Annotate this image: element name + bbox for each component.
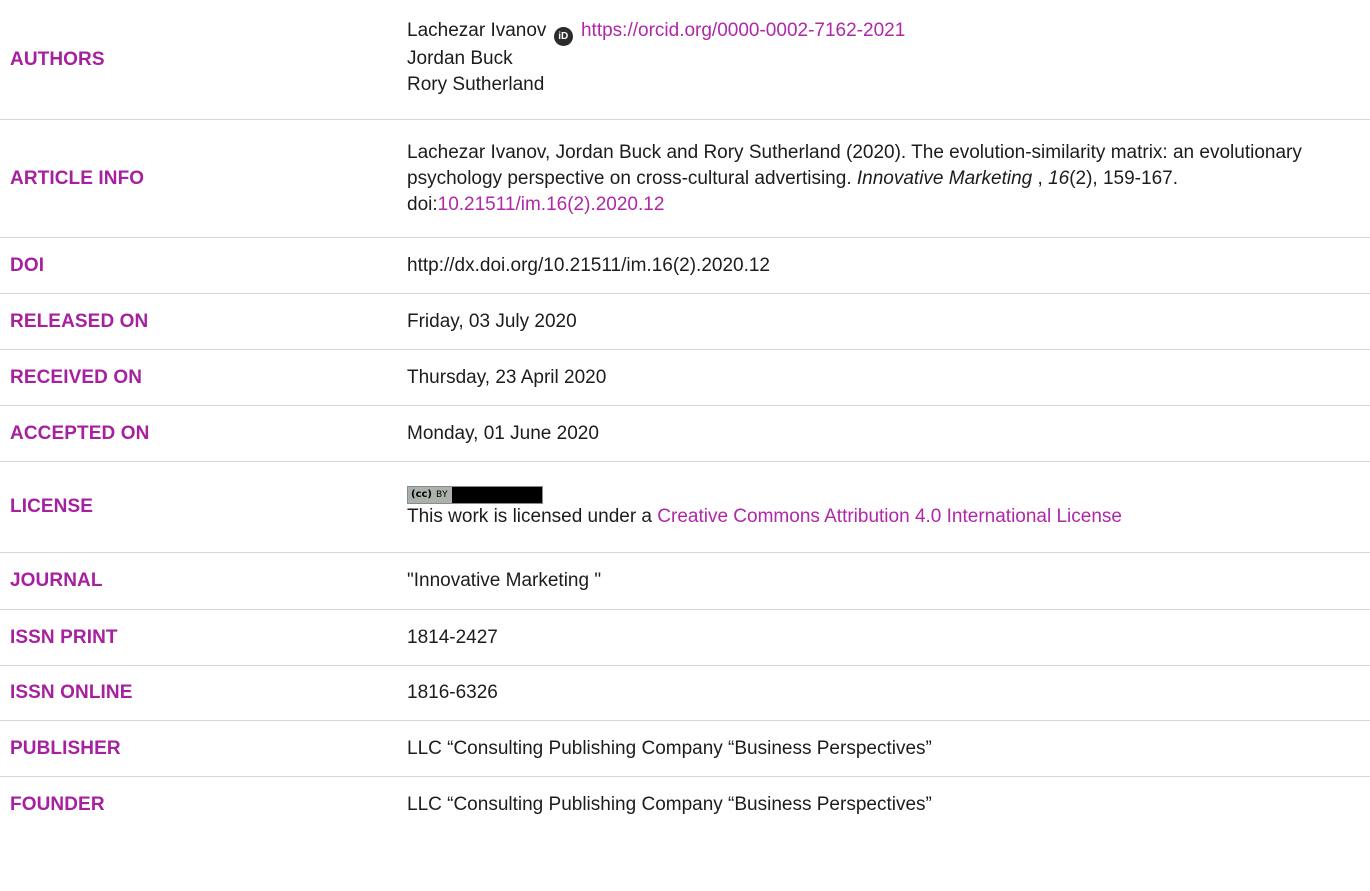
publisher-value: LLC “Consulting Publishing Company “Busi… bbox=[407, 737, 932, 759]
citation-doi-prefix: doi: bbox=[407, 193, 438, 215]
doi-value: http://dx.doi.org/10.21511/im.16(2).2020… bbox=[407, 254, 771, 276]
label-publisher: PUBLISHER bbox=[10, 737, 121, 759]
orcid-link[interactable]: https://orcid.org/0000-0002-7162-2021 bbox=[581, 20, 905, 41]
founder-value: LLC “Consulting Publishing Company “Busi… bbox=[407, 794, 932, 815]
row-released-on: RELEASED ON Friday, 03 July 2020 bbox=[0, 293, 1370, 350]
article-metadata-sheet: AUTHORS Lachezar Ivanov iD https://orcid… bbox=[0, 0, 1370, 891]
row-founder: FOUNDER LLC “Consulting Publishing Compa… bbox=[0, 777, 1370, 834]
cc-by-badge[interactable]: (cc) BY bbox=[407, 485, 543, 504]
journal-value: "Innovative Marketing " bbox=[407, 570, 602, 591]
accepted-on-value: Monday, 01 June 2020 bbox=[407, 422, 599, 444]
label-article-info: ARTICLE INFO bbox=[10, 167, 145, 189]
label-authors: AUTHORS bbox=[10, 48, 105, 70]
cc-by-label: BY bbox=[436, 489, 449, 500]
label-accepted-on: ACCEPTED ON bbox=[10, 422, 150, 444]
cc-icon: (cc) BY bbox=[408, 486, 453, 503]
row-issn-print: ISSN PRINT 1814-2427 bbox=[0, 609, 1370, 666]
label-founder: FOUNDER bbox=[10, 794, 105, 815]
row-authors: AUTHORS Lachezar Ivanov iD https://orcid… bbox=[0, 0, 1370, 120]
label-issn-online: ISSN ONLINE bbox=[10, 682, 133, 703]
released-on-value: Friday, 03 July 2020 bbox=[407, 310, 577, 332]
row-license: LICENSE (cc) BY This work is licensed und… bbox=[0, 461, 1370, 553]
label-journal: JOURNAL bbox=[10, 570, 103, 591]
label-received-on: RECEIVED ON bbox=[10, 366, 143, 388]
orcid-icon: iD bbox=[553, 26, 573, 46]
citation-volume: 16 bbox=[1048, 167, 1070, 189]
label-released-on: RELEASED ON bbox=[10, 310, 149, 332]
issn-print-value: 1814-2427 bbox=[407, 626, 498, 648]
label-license: LICENSE bbox=[10, 496, 94, 517]
citation-text: Lachezar Ivanov, Jordan Buck and Rory Su… bbox=[407, 140, 1330, 218]
license-text: This work is licensed under a Creative C… bbox=[407, 504, 1330, 530]
row-issn-online: ISSN ONLINE 1816-6326 bbox=[0, 665, 1370, 721]
row-received-on: RECEIVED ON Thursday, 23 April 2020 bbox=[0, 349, 1370, 406]
row-publisher: PUBLISHER LLC “Consulting Publishing Com… bbox=[0, 720, 1370, 777]
author-name: Jordan Buck bbox=[407, 47, 513, 69]
label-doi: DOI bbox=[10, 254, 45, 276]
issn-online-value: 1816-6326 bbox=[407, 682, 498, 703]
author-line-1: Lachezar Ivanov iD https://orcid.org/000… bbox=[407, 18, 1330, 46]
license-prefix: This work is licensed under a bbox=[407, 505, 658, 527]
received-on-value: Thursday, 23 April 2020 bbox=[407, 366, 607, 388]
row-accepted-on: ACCEPTED ON Monday, 01 June 2020 bbox=[0, 405, 1370, 462]
citation-sep: , bbox=[1032, 167, 1049, 189]
row-journal: JOURNAL "Innovative Marketing " bbox=[0, 552, 1370, 610]
citation-doi-link[interactable]: 10.21511/im.16(2).2020.12 bbox=[438, 194, 665, 215]
author-name: Rory Sutherland bbox=[407, 73, 545, 95]
label-issn-print: ISSN PRINT bbox=[10, 626, 118, 648]
metadata-table: AUTHORS Lachezar Ivanov iD https://orcid… bbox=[0, 0, 1370, 833]
author-name: Lachezar Ivanov bbox=[407, 19, 547, 41]
citation-issue-pages: (2), 159-167. bbox=[1069, 167, 1178, 189]
authors-list: Lachezar Ivanov iD https://orcid.org/000… bbox=[407, 18, 1330, 98]
license-link[interactable]: Creative Commons Attribution 4.0 Interna… bbox=[657, 506, 1122, 527]
row-doi: DOI http://dx.doi.org/10.21511/im.16(2).… bbox=[0, 237, 1370, 294]
row-article-info: ARTICLE INFO Lachezar Ivanov, Jordan Buc… bbox=[0, 119, 1370, 238]
citation-journal: Innovative Marketing bbox=[856, 167, 1033, 189]
